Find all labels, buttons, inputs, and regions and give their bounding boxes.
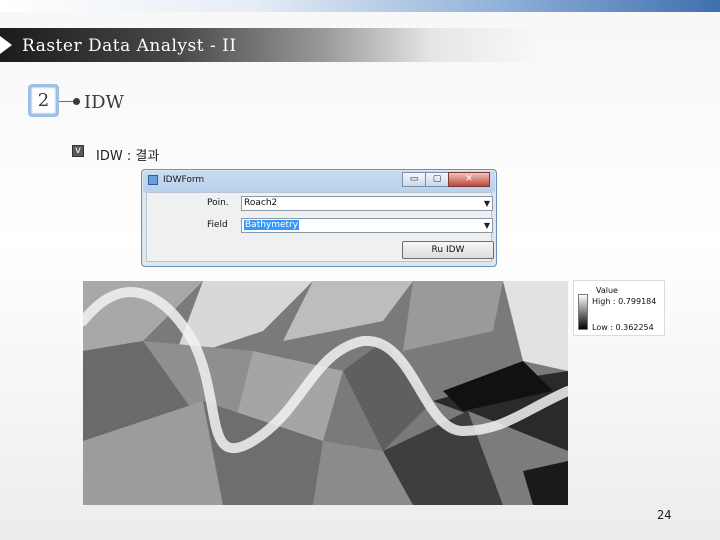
field-combobox[interactable]: Bathymetry ▼ (241, 218, 493, 233)
section-number-badge: 2 (28, 84, 59, 117)
page-number: 24 (657, 508, 672, 522)
maximize-button[interactable]: ▢ (425, 172, 449, 187)
raster-image (83, 281, 568, 505)
title-arrow-icon (0, 36, 12, 54)
chevron-down-icon[interactable]: ▼ (484, 219, 490, 232)
window-client-area: Poin. Roach2 ▼ Field Bathymetry ▼ Ru IDW (146, 192, 494, 262)
point-layer-value: Roach2 (244, 198, 278, 208)
legend-high-value: High : 0.799184 (592, 297, 657, 306)
legend-box: Value High : 0.799184 Low : 0.362254 (573, 280, 665, 336)
form-app-icon (148, 175, 158, 185)
connector-dot-icon (73, 98, 80, 105)
point-layer-combobox[interactable]: Roach2 ▼ (241, 196, 493, 211)
minimize-button[interactable]: ▭ (402, 172, 426, 187)
chevron-down-icon[interactable]: ▼ (484, 197, 490, 210)
legend-color-ramp (578, 294, 588, 330)
field-label: Field (207, 220, 228, 230)
point-layer-label: Poin. (207, 198, 229, 208)
close-button[interactable]: ✕ (448, 172, 490, 187)
idw-form-window: IDWForm ▭ ▢ ✕ Poin. Roach2 ▼ Field Bathy… (141, 169, 497, 267)
run-idw-button[interactable]: Ru IDW (402, 241, 494, 259)
field-value: Bathymetry (244, 220, 300, 230)
top-decor-bar (0, 0, 720, 12)
window-controls: ▭ ▢ ✕ (402, 172, 490, 187)
idw-result-raster (83, 281, 568, 505)
section-title: IDW (84, 92, 125, 113)
slide-title: Raster Data Analyst - II (22, 36, 237, 56)
legend-low-value: Low : 0.362254 (592, 323, 654, 332)
checkbox-bullet-icon: v (72, 145, 84, 157)
window-title: IDWForm (163, 175, 205, 185)
legend-title: Value (596, 286, 618, 295)
bullet-text: IDW : 결과 (96, 149, 160, 164)
